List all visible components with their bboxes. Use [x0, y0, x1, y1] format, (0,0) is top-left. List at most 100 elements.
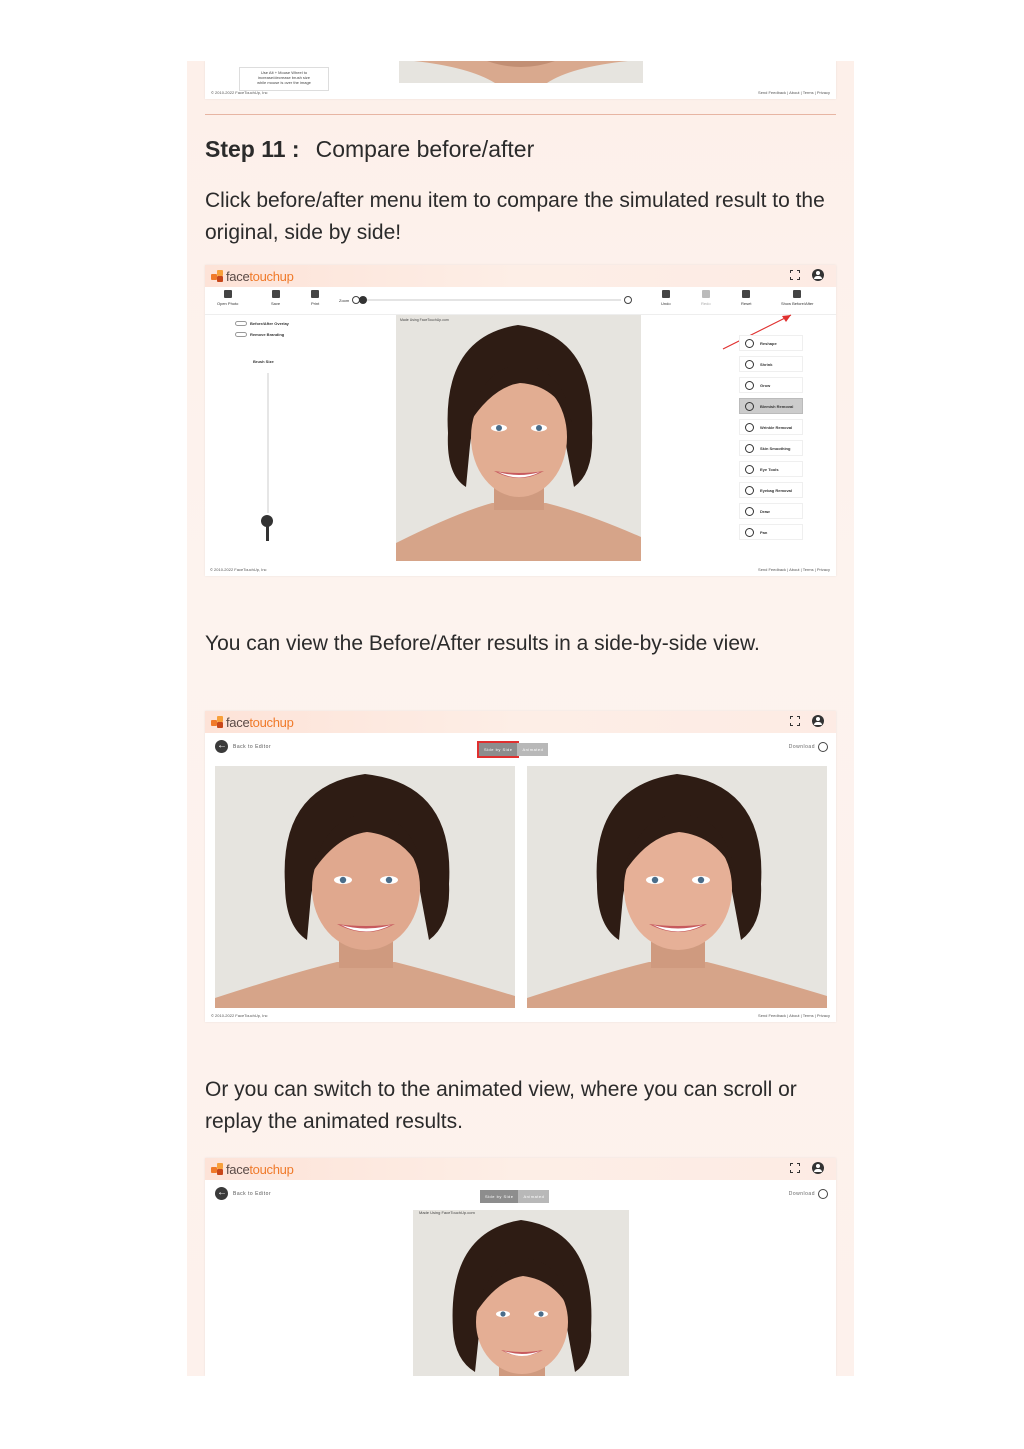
- reset-icon: [742, 290, 751, 298]
- eye-icon: [745, 464, 754, 474]
- back-to-editor-button[interactable]: Back to Editor: [215, 1186, 272, 1200]
- tool-draw[interactable]: Draw: [739, 503, 803, 519]
- tool-label: Grow: [760, 382, 771, 388]
- side-by-side-tab[interactable]: Side by Side: [480, 1190, 519, 1203]
- zoom-in-icon[interactable]: [624, 296, 633, 304]
- app-header: face touchup: [205, 1158, 836, 1180]
- logo-mark-icon: [211, 715, 224, 729]
- eyebag-icon: [745, 485, 754, 495]
- undo-icon: [661, 290, 670, 298]
- side-by-side-tab[interactable]: Side by Side: [476, 741, 520, 758]
- tool-reshape[interactable]: Reshape: [739, 335, 803, 351]
- editor-photo[interactable]: Made Using FaceTouchUp.com: [396, 315, 641, 561]
- download-label: Download: [788, 1191, 815, 1197]
- tool-pan[interactable]: Pan: [739, 524, 803, 540]
- logo-mark-icon: [211, 269, 224, 283]
- save-label: Save: [271, 301, 281, 306]
- wrinkle-icon: [745, 422, 754, 432]
- account-icon[interactable]: [812, 715, 824, 727]
- brush-size-slider[interactable]: [267, 373, 269, 513]
- animated-tab[interactable]: Animated: [517, 743, 549, 756]
- print-button[interactable]: Print: [311, 290, 319, 306]
- remove-branding-toggle[interactable]: Remove Branding: [235, 332, 284, 337]
- tool-label: Pan: [760, 529, 768, 535]
- facetouchup-logo[interactable]: face touchup: [211, 715, 294, 730]
- download-button[interactable]: Download: [789, 742, 828, 752]
- logo-word-face: face: [226, 1161, 250, 1177]
- before-after-icon: [793, 290, 802, 298]
- open-photo-button[interactable]: Open Photo: [217, 290, 238, 306]
- tool-blemish-removal[interactable]: Blemish Removal: [739, 398, 803, 414]
- redo-button[interactable]: Redo: [701, 290, 711, 306]
- editor-copyright: © 2010-2022 FaceTouchUp, Inc: [210, 567, 267, 572]
- fullscreen-icon[interactable]: [790, 716, 800, 726]
- pen-icon: [745, 506, 754, 516]
- prev-copyright: © 2010-2022 FaceTouchUp, Inc: [211, 90, 268, 95]
- facetouchup-logo[interactable]: face touchup: [211, 269, 294, 284]
- tip-line-3: while mouse is over the image: [257, 80, 311, 85]
- toggle-switch[interactable]: [235, 332, 247, 337]
- toggle-label: Before/After Overlay: [250, 321, 289, 326]
- grow-icon: [745, 380, 754, 390]
- back-label: Back to Editor: [233, 1190, 272, 1197]
- zoom-label: Zoom: [339, 297, 350, 303]
- prev-footer-links[interactable]: Send Feedback | About | Terms | Privacy: [758, 90, 830, 95]
- move-icon: [745, 527, 754, 537]
- shrink-icon: [745, 359, 754, 369]
- fullscreen-icon[interactable]: [790, 1163, 800, 1173]
- editor-screenshot: face touchup Open Photo Save Print Zoom U…: [205, 265, 836, 576]
- step-number: Step 11 :: [205, 136, 300, 162]
- back-label: Back to Editor: [233, 743, 272, 750]
- tool-eye-tools[interactable]: Eye Tools: [739, 461, 803, 477]
- tool-label: Blemish Removal: [760, 403, 794, 409]
- sbs-footer-links[interactable]: Send Feedback | About | Terms | Privacy: [758, 1013, 830, 1018]
- account-icon[interactable]: [812, 1162, 824, 1174]
- zoom-knob[interactable]: [359, 296, 368, 304]
- reset-button[interactable]: Reset: [741, 290, 751, 306]
- step-description: Click before/after menu item to compare …: [205, 189, 825, 244]
- side-by-side-screenshot: facetouchup Back to Editor Side by Side …: [205, 711, 836, 1022]
- face-image: [396, 325, 641, 561]
- smoothing-icon: [745, 443, 754, 453]
- animated-description: Or you can switch to the animated view, …: [205, 1078, 797, 1133]
- back-to-editor-button[interactable]: Back to Editor: [215, 739, 272, 753]
- tool-skin-smoothing[interactable]: Skin Smoothing: [739, 440, 803, 456]
- tool-eyebag-removal[interactable]: Eyebag Removal: [739, 482, 803, 498]
- zoom-control: Zoom: [339, 296, 633, 304]
- download-icon: [818, 1189, 828, 1199]
- facetouchup-logo[interactable]: face touchup: [211, 1162, 294, 1177]
- brush-size-label: Brush Size: [253, 359, 274, 364]
- download-icon: [818, 742, 828, 752]
- print-label: Print: [311, 301, 320, 306]
- tool-wrinkle-removal[interactable]: Wrinkle Removal: [739, 419, 803, 435]
- account-icon[interactable]: [812, 269, 824, 281]
- redo-label: Redo: [701, 301, 711, 306]
- show-before-after-button[interactable]: Show Before/After: [781, 290, 813, 306]
- fullscreen-icon[interactable]: [790, 270, 800, 280]
- app-header: face touchup: [205, 711, 836, 733]
- animated-photo[interactable]: Made Using FaceTouchUp.com: [413, 1210, 629, 1376]
- app-header: face touchup: [205, 265, 836, 287]
- animated-screenshot: facetouchup Back to Editor Side by Side …: [205, 1158, 836, 1376]
- watermark: Made Using FaceTouchUp.com: [400, 318, 449, 322]
- tool-grow[interactable]: Grow: [739, 377, 803, 393]
- tool-label: Draw: [760, 508, 770, 514]
- tool-label: Skin Smoothing: [760, 445, 791, 451]
- download-button[interactable]: Download: [789, 1189, 828, 1199]
- step-title: Compare before/after: [315, 136, 535, 162]
- tool-label: Eyebag Removal: [760, 487, 793, 493]
- logo-word-touchup: touchup: [249, 714, 294, 730]
- arrow-left-icon: [215, 1186, 228, 1200]
- blemish-icon: [745, 401, 754, 411]
- undo-button[interactable]: Undo: [661, 290, 671, 306]
- zoom-slider[interactable]: [359, 296, 622, 304]
- animated-tab[interactable]: Animated: [518, 1190, 550, 1203]
- toggle-switch[interactable]: [235, 321, 247, 326]
- editor-footer-links[interactable]: Send Feedback | About | Terms | Privacy: [758, 567, 830, 572]
- after-photo: [527, 766, 827, 1008]
- save-button[interactable]: Save: [271, 290, 280, 306]
- watermark: Made Using FaceTouchUp.com: [419, 1210, 475, 1215]
- animated-face-image: [452, 1220, 592, 1376]
- tool-shrink[interactable]: Shrink: [739, 356, 803, 372]
- before-after-overlay-toggle[interactable]: Before/After Overlay: [235, 321, 289, 326]
